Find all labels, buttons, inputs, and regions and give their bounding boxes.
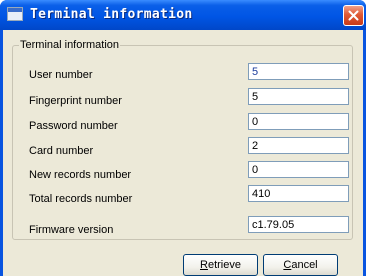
fingerprint-number-field[interactable] bbox=[248, 88, 349, 105]
retrieve-label: etrieve bbox=[207, 259, 241, 271]
dialog-client-area: Terminal information User number Fingerp… bbox=[3, 30, 363, 276]
window-title: Terminal information bbox=[30, 7, 193, 22]
total-records-number-field[interactable] bbox=[248, 185, 349, 202]
user-number-label: User number bbox=[29, 69, 93, 81]
fingerprint-number-label: Fingerprint number bbox=[29, 95, 122, 107]
cancel-button[interactable]: Cancel bbox=[263, 254, 338, 276]
close-icon bbox=[348, 10, 359, 21]
card-number-field[interactable] bbox=[248, 137, 349, 154]
title-bar[interactable]: Terminal information bbox=[0, 0, 366, 30]
password-number-field[interactable] bbox=[248, 113, 349, 130]
retrieve-mnemonic: R bbox=[200, 259, 208, 271]
window-app-icon bbox=[7, 7, 23, 21]
new-records-number-field[interactable] bbox=[248, 161, 349, 178]
firmware-version-label: Firmware version bbox=[29, 224, 114, 236]
password-number-label: Password number bbox=[29, 120, 118, 132]
group-title: Terminal information bbox=[19, 38, 121, 52]
card-number-label: Card number bbox=[29, 145, 94, 157]
cancel-label: ancel bbox=[291, 259, 318, 271]
total-records-number-label: Total records number bbox=[29, 193, 133, 205]
close-button[interactable] bbox=[343, 5, 364, 26]
firmware-version-field[interactable] bbox=[248, 216, 349, 233]
retrieve-button[interactable]: Retrieve bbox=[183, 254, 258, 276]
new-records-number-label: New records number bbox=[29, 169, 132, 181]
user-number-field[interactable] bbox=[248, 63, 349, 80]
terminal-information-group: Terminal information User number Fingerp… bbox=[12, 38, 353, 240]
terminal-information-dialog: Terminal information Terminal informatio… bbox=[0, 0, 366, 276]
